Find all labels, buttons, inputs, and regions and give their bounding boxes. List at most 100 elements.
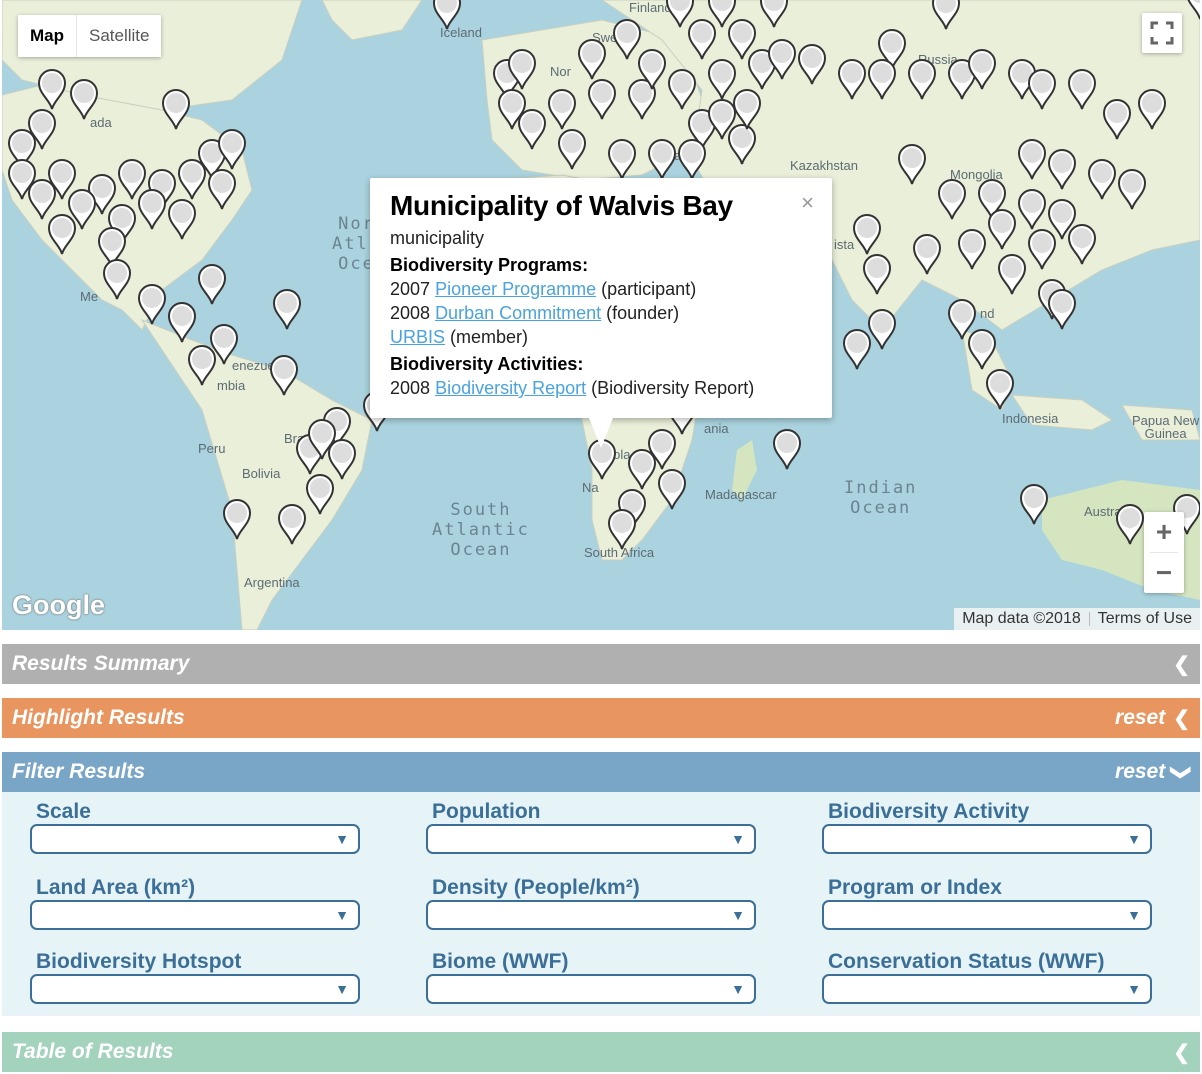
table-of-results-header[interactable]: Table of Results ❮ <box>2 1032 1200 1072</box>
map-pin-icon[interactable] <box>1019 483 1049 525</box>
map-pin-icon[interactable] <box>517 108 547 150</box>
map-pin-icon[interactable] <box>997 253 1027 295</box>
chevron-left-icon[interactable]: ❮ <box>1173 652 1190 677</box>
map-pin-icon[interactable] <box>137 283 167 325</box>
map-pin-icon[interactable] <box>197 263 227 305</box>
map-pin-icon[interactable] <box>1017 138 1047 180</box>
map-pin-icon[interactable] <box>607 508 637 550</box>
activities-link[interactable]: Biodiversity Report <box>435 378 586 398</box>
map-pin-icon[interactable] <box>867 58 897 100</box>
map-pin-icon[interactable] <box>167 198 197 240</box>
map-pin-icon[interactable] <box>647 138 677 180</box>
map-pin-icon[interactable] <box>217 128 247 170</box>
map-pin-icon[interactable] <box>867 308 897 350</box>
filter-select[interactable]: ▼ <box>426 974 756 1004</box>
map-pin-icon[interactable] <box>1117 168 1147 210</box>
map-type-satellite-button[interactable]: Satellite <box>77 15 162 57</box>
map-pin-icon[interactable] <box>1027 68 1057 110</box>
map-pin-icon[interactable] <box>7 158 37 200</box>
map-pin-icon[interactable] <box>102 258 132 300</box>
map-pin-icon[interactable] <box>967 328 997 370</box>
filter-select[interactable]: ▼ <box>30 824 360 854</box>
filter-select[interactable]: ▼ <box>822 824 1152 854</box>
map-pin-icon[interactable] <box>1185 0 1200 20</box>
map-pin-icon[interactable] <box>547 88 577 130</box>
map-pin-icon[interactable] <box>207 168 237 210</box>
map-pin-icon[interactable] <box>1087 158 1117 200</box>
map-pin-icon[interactable] <box>985 368 1015 410</box>
map-pin-icon[interactable] <box>277 503 307 545</box>
filter-select[interactable]: ▼ <box>426 900 756 930</box>
chevron-left-icon[interactable]: ❮ <box>1173 1040 1190 1065</box>
map-pin-icon[interactable] <box>1047 288 1077 330</box>
map-pin-icon[interactable] <box>37 68 67 110</box>
map-pin-icon[interactable] <box>1137 88 1167 130</box>
map-pin-icon[interactable] <box>957 228 987 270</box>
highlight-reset-button[interactable]: reset <box>1115 706 1165 730</box>
map-pin-icon[interactable] <box>612 18 642 60</box>
map-pin-icon[interactable] <box>797 43 827 85</box>
chevron-left-icon[interactable]: ❮ <box>1173 706 1190 731</box>
map-pin-icon[interactable] <box>272 288 302 330</box>
map-pin-icon[interactable] <box>767 38 797 80</box>
map-pin-icon[interactable] <box>907 58 937 100</box>
programs-link[interactable]: URBIS <box>390 327 445 347</box>
map-pin-icon[interactable] <box>161 88 191 130</box>
map-pin-icon[interactable] <box>47 213 77 255</box>
map-pin-icon[interactable] <box>677 138 707 180</box>
map-pin-icon[interactable] <box>1115 503 1145 545</box>
filter-select[interactable]: ▼ <box>822 974 1152 1004</box>
filter-select[interactable]: ▼ <box>30 974 360 1004</box>
map-pin-icon[interactable] <box>432 0 462 30</box>
map-pin-icon[interactable] <box>307 418 337 460</box>
map-pin-icon[interactable] <box>1017 188 1047 230</box>
map-pin-icon[interactable] <box>507 48 537 90</box>
map-pin-icon[interactable] <box>209 323 239 365</box>
map-pin-icon[interactable] <box>269 354 299 396</box>
highlight-results-header[interactable]: Highlight Results reset ❮ <box>2 698 1200 738</box>
map-pin-icon[interactable] <box>222 498 252 540</box>
map-pin-icon[interactable] <box>912 233 942 275</box>
map-pin-icon[interactable] <box>1102 98 1132 140</box>
filter-results-header[interactable]: Filter Results reset ❯ <box>2 752 1200 792</box>
close-icon[interactable]: × <box>801 190 814 216</box>
map-pin-icon[interactable] <box>587 78 617 120</box>
programs-link[interactable]: Durban Commitment <box>435 303 601 323</box>
map-pin-icon[interactable] <box>852 213 882 255</box>
map-pin-icon[interactable] <box>1027 228 1057 270</box>
chevron-down-icon[interactable]: ❯ <box>1169 764 1194 781</box>
filter-select[interactable]: ▼ <box>30 900 360 930</box>
filter-select[interactable]: ▼ <box>822 900 1152 930</box>
map-pin-icon[interactable] <box>727 18 757 60</box>
map-pin-icon[interactable] <box>1067 68 1097 110</box>
map-pin-icon[interactable] <box>967 48 997 90</box>
map-pin-icon[interactable] <box>937 178 967 220</box>
map-pin-icon[interactable] <box>931 0 961 30</box>
fullscreen-button[interactable] <box>1142 13 1182 53</box>
map-pin-icon[interactable] <box>837 58 867 100</box>
map-type-map-button[interactable]: Map <box>18 15 77 57</box>
map-pin-icon[interactable] <box>732 88 762 130</box>
map[interactable]: FinlandIcelandSwedenNorRussiaadaUkrainKa… <box>2 0 1200 630</box>
map-pin-icon[interactable] <box>897 143 927 185</box>
terms-of-use-link[interactable]: Terms of Use <box>1090 610 1200 628</box>
results-summary-header[interactable]: Results Summary ❮ <box>2 644 1200 684</box>
map-pin-icon[interactable] <box>1047 148 1077 190</box>
programs-link[interactable]: Pioneer Programme <box>435 279 596 299</box>
map-pin-icon[interactable] <box>1067 223 1097 265</box>
filter-select[interactable]: ▼ <box>426 824 756 854</box>
map-pin-icon[interactable] <box>667 68 697 110</box>
map-pin-icon[interactable] <box>607 138 637 180</box>
map-pin-icon[interactable] <box>137 188 167 230</box>
map-pin-icon[interactable] <box>862 253 892 295</box>
zoom-in-button[interactable]: + <box>1144 512 1184 552</box>
filter-reset-button[interactable]: reset <box>1115 760 1165 784</box>
map-pin-icon[interactable] <box>759 0 789 28</box>
zoom-out-button[interactable]: − <box>1144 553 1184 593</box>
map-pin-icon[interactable] <box>557 128 587 170</box>
map-pin-icon[interactable] <box>687 18 717 60</box>
map-pin-icon[interactable] <box>167 301 197 343</box>
map-pin-icon[interactable] <box>577 38 607 80</box>
map-pin-icon[interactable] <box>987 208 1017 250</box>
map-pin-icon[interactable] <box>69 78 99 120</box>
